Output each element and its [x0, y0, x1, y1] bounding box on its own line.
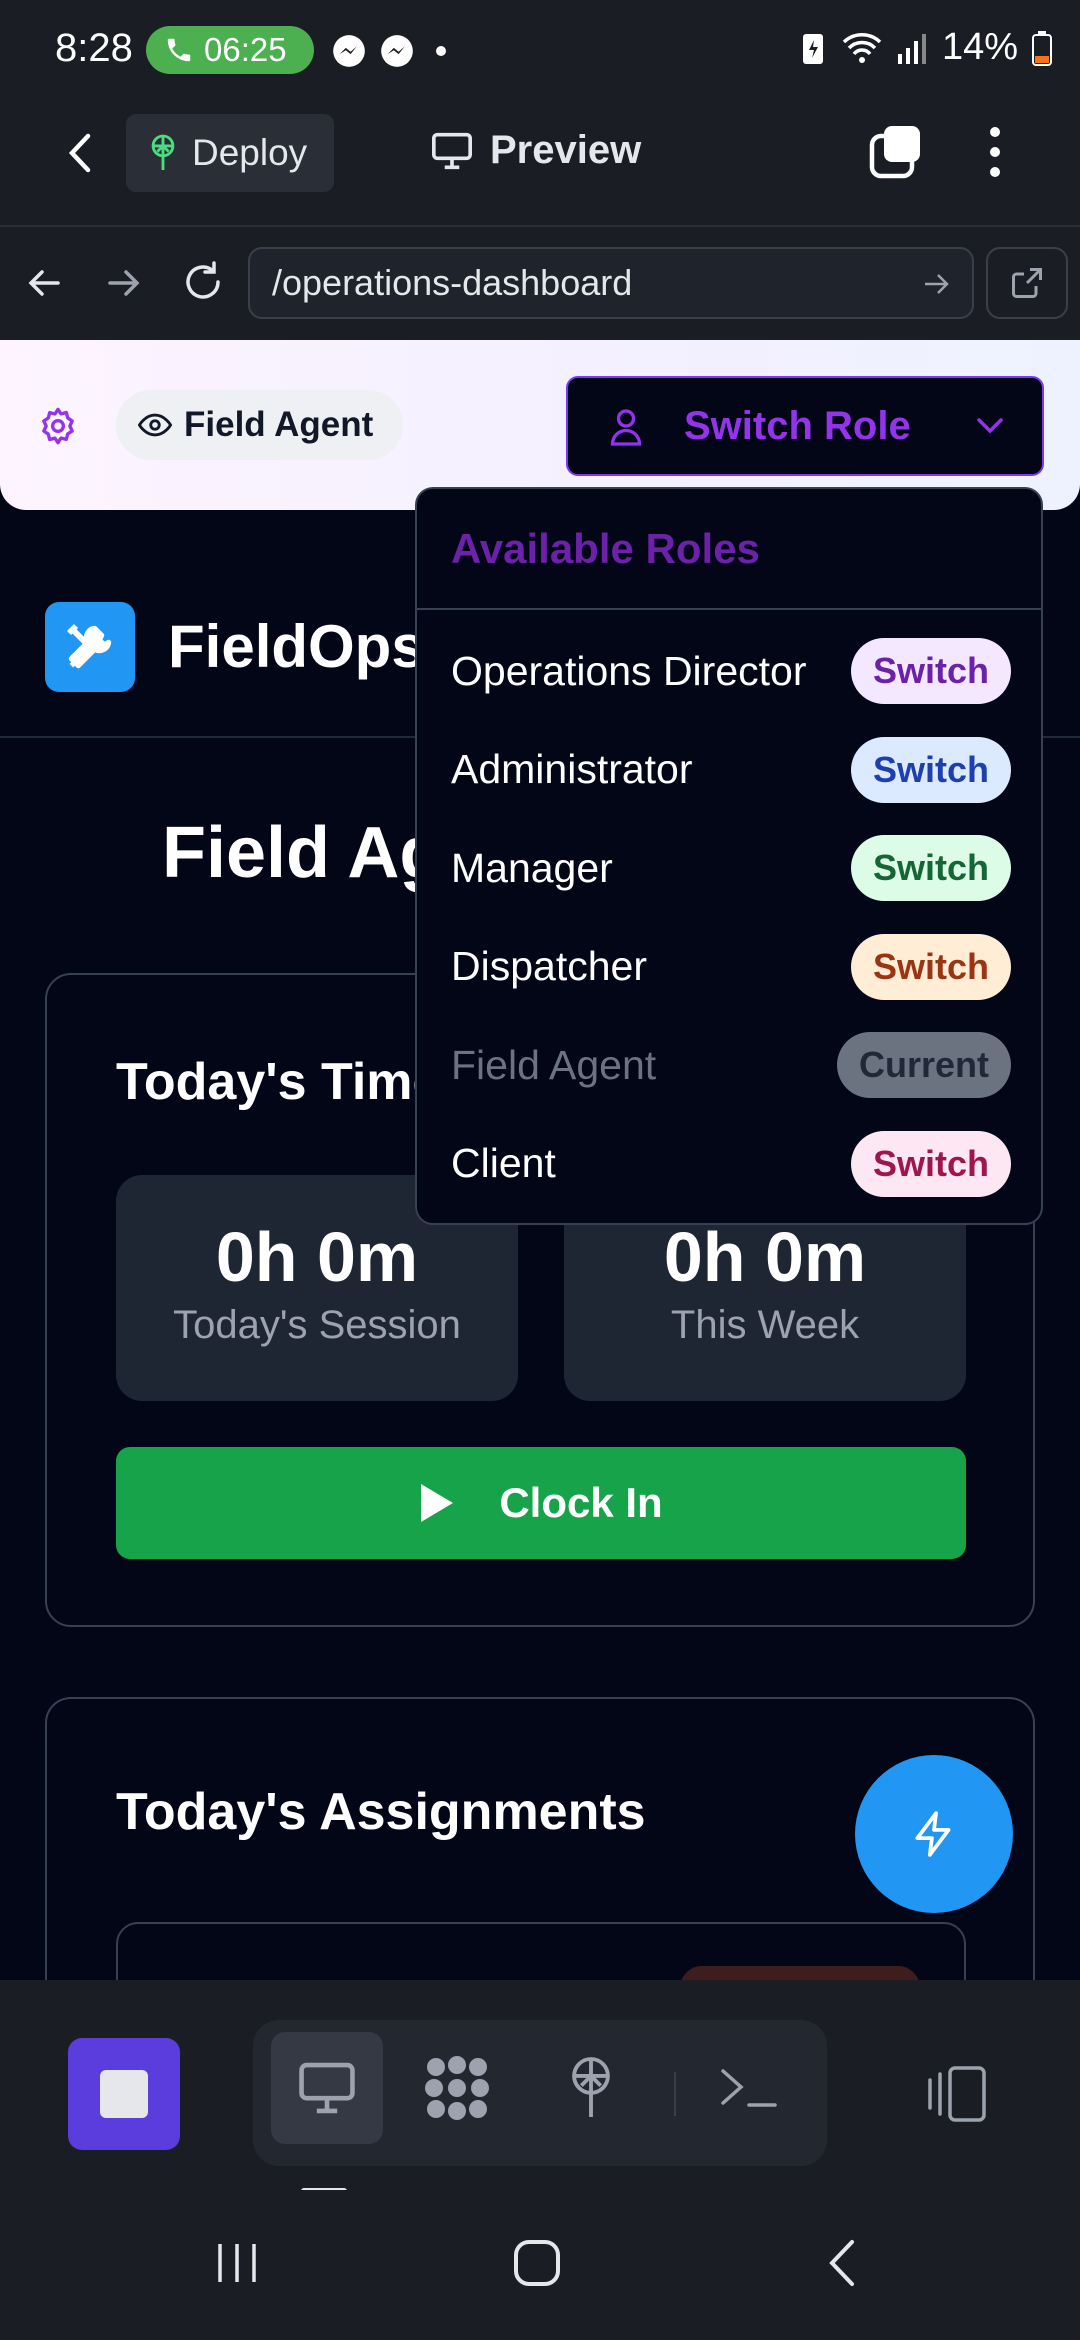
browser-forward-icon[interactable] [104, 263, 144, 303]
dropdown-header: Available Roles [451, 525, 760, 572]
brand-name: FieldOps [168, 613, 425, 680]
role-option-name: Client [451, 1140, 556, 1186]
call-pill[interactable]: 06:25 [146, 26, 314, 74]
role-option-name: Dispatcher [451, 943, 647, 989]
app-logo [45, 602, 135, 692]
app-header: Deploy Preview [0, 100, 1080, 225]
role-banner: Field Agent Switch Role [0, 340, 1080, 510]
battery-saver-icon [800, 30, 826, 66]
current-role-chip: Field Agent [116, 390, 404, 460]
back-icon[interactable] [60, 128, 100, 178]
switch-role-label: Switch Role [684, 403, 911, 448]
notification-icons [330, 32, 448, 70]
open-external-button[interactable] [986, 247, 1068, 319]
role-option[interactable]: Client Switch [451, 1124, 1011, 1204]
preview-label: Preview [490, 128, 642, 172]
session-label: Today's Session [173, 1303, 461, 1347]
monitor-icon [430, 131, 474, 171]
tools-icon [62, 619, 118, 675]
tool-group [253, 2020, 827, 2166]
preview-tool[interactable] [271, 2032, 383, 2144]
url-text: /operations-dashboard [272, 262, 633, 303]
device-switch-icon[interactable] [922, 2064, 990, 2124]
switch-badge[interactable]: Switch [850, 835, 1011, 901]
tool-divider [674, 2072, 676, 2116]
role-option[interactable]: Field Agent Current [451, 1025, 1011, 1105]
call-timer: 06:25 [204, 31, 287, 68]
deploy-tool[interactable] [535, 2032, 647, 2144]
browser-back-icon[interactable] [24, 263, 64, 303]
stop-button[interactable] [68, 2038, 180, 2150]
role-dropdown: Available Roles Operations Director Switc… [415, 487, 1043, 1225]
current-role-label: Field Agent [184, 405, 374, 444]
url-input[interactable]: /operations-dashboard [248, 247, 974, 319]
role-option[interactable]: Manager Switch [451, 828, 1011, 908]
grid-blob-icon [422, 2053, 492, 2123]
status-bar: 8:28 06:25 14% [0, 0, 1080, 100]
external-link-icon [1009, 265, 1045, 301]
switch-badge[interactable]: Switch [850, 1130, 1011, 1197]
dot-icon [434, 32, 448, 70]
dropdown-divider [417, 608, 1041, 610]
battery-icon [1032, 30, 1052, 66]
switch-badge[interactable]: Switch [850, 933, 1011, 1000]
eye-icon [138, 412, 172, 438]
chevron-down-icon [976, 416, 1004, 436]
phone-icon [164, 35, 194, 65]
session-value: 0h 0m [215, 1218, 419, 1296]
role-option-name: Operations Director [451, 647, 807, 694]
clock-in-label: Clock In [499, 1479, 663, 1526]
wifi-icon [840, 30, 884, 66]
role-option[interactable]: Operations Director Switch [451, 631, 1011, 711]
tabs-icon[interactable] [868, 122, 926, 180]
reload-icon[interactable] [180, 259, 226, 305]
shell-tool[interactable] [693, 2032, 805, 2144]
week-value: 0h 0m [663, 1218, 867, 1296]
role-option-name: Manager [451, 844, 613, 891]
go-arrow-icon[interactable] [920, 267, 954, 301]
nav-back-icon[interactable] [822, 2236, 862, 2290]
preview-tab[interactable]: Preview [430, 128, 641, 173]
role-option[interactable]: Dispatcher Switch [451, 927, 1011, 1007]
more-options-icon[interactable] [982, 124, 1008, 180]
bottom-toolbar [0, 1980, 1080, 2194]
stop-icon [98, 2068, 150, 2120]
assignments-title: Today's Assignments [116, 1783, 646, 1841]
deploy-icon [562, 2053, 620, 2123]
role-option-name: Field Agent [451, 1041, 657, 1088]
deploy-button[interactable]: Deploy [126, 114, 334, 192]
status-right: 14% [800, 26, 1052, 69]
signal-icon [897, 32, 928, 64]
user-icon [608, 406, 644, 446]
monitor-icon [296, 2060, 358, 2116]
home-icon[interactable] [512, 2238, 562, 2288]
lightning-icon [909, 1809, 959, 1859]
deploy-label: Deploy [192, 132, 308, 173]
switch-badge[interactable]: Switch [850, 736, 1011, 803]
battery-percent: 14% [941, 26, 1018, 68]
role-option-name: Administrator [451, 746, 693, 792]
workspace-tool[interactable] [401, 2032, 513, 2144]
current-badge: Current [836, 1032, 1011, 1098]
play-icon [419, 1482, 455, 1524]
recent-apps-icon[interactable] [212, 2240, 262, 2286]
deploy-icon [146, 133, 180, 173]
week-label: This Week [670, 1303, 860, 1347]
status-time: 8:28 [55, 26, 133, 70]
system-nav-bar [0, 2190, 1080, 2340]
settings-icon[interactable] [38, 406, 78, 446]
clock-in-button[interactable]: Clock In [116, 1447, 966, 1559]
messenger-icon [330, 32, 368, 70]
switch-role-button[interactable]: Switch Role [566, 376, 1044, 476]
terminal-icon [719, 2065, 779, 2111]
switch-badge[interactable]: Switch [850, 638, 1011, 704]
quick-action-button[interactable] [855, 1755, 1013, 1913]
messenger-icon [378, 32, 416, 70]
url-bar: /operations-dashboard [0, 225, 1080, 340]
role-option[interactable]: Administrator Switch [451, 730, 1011, 810]
